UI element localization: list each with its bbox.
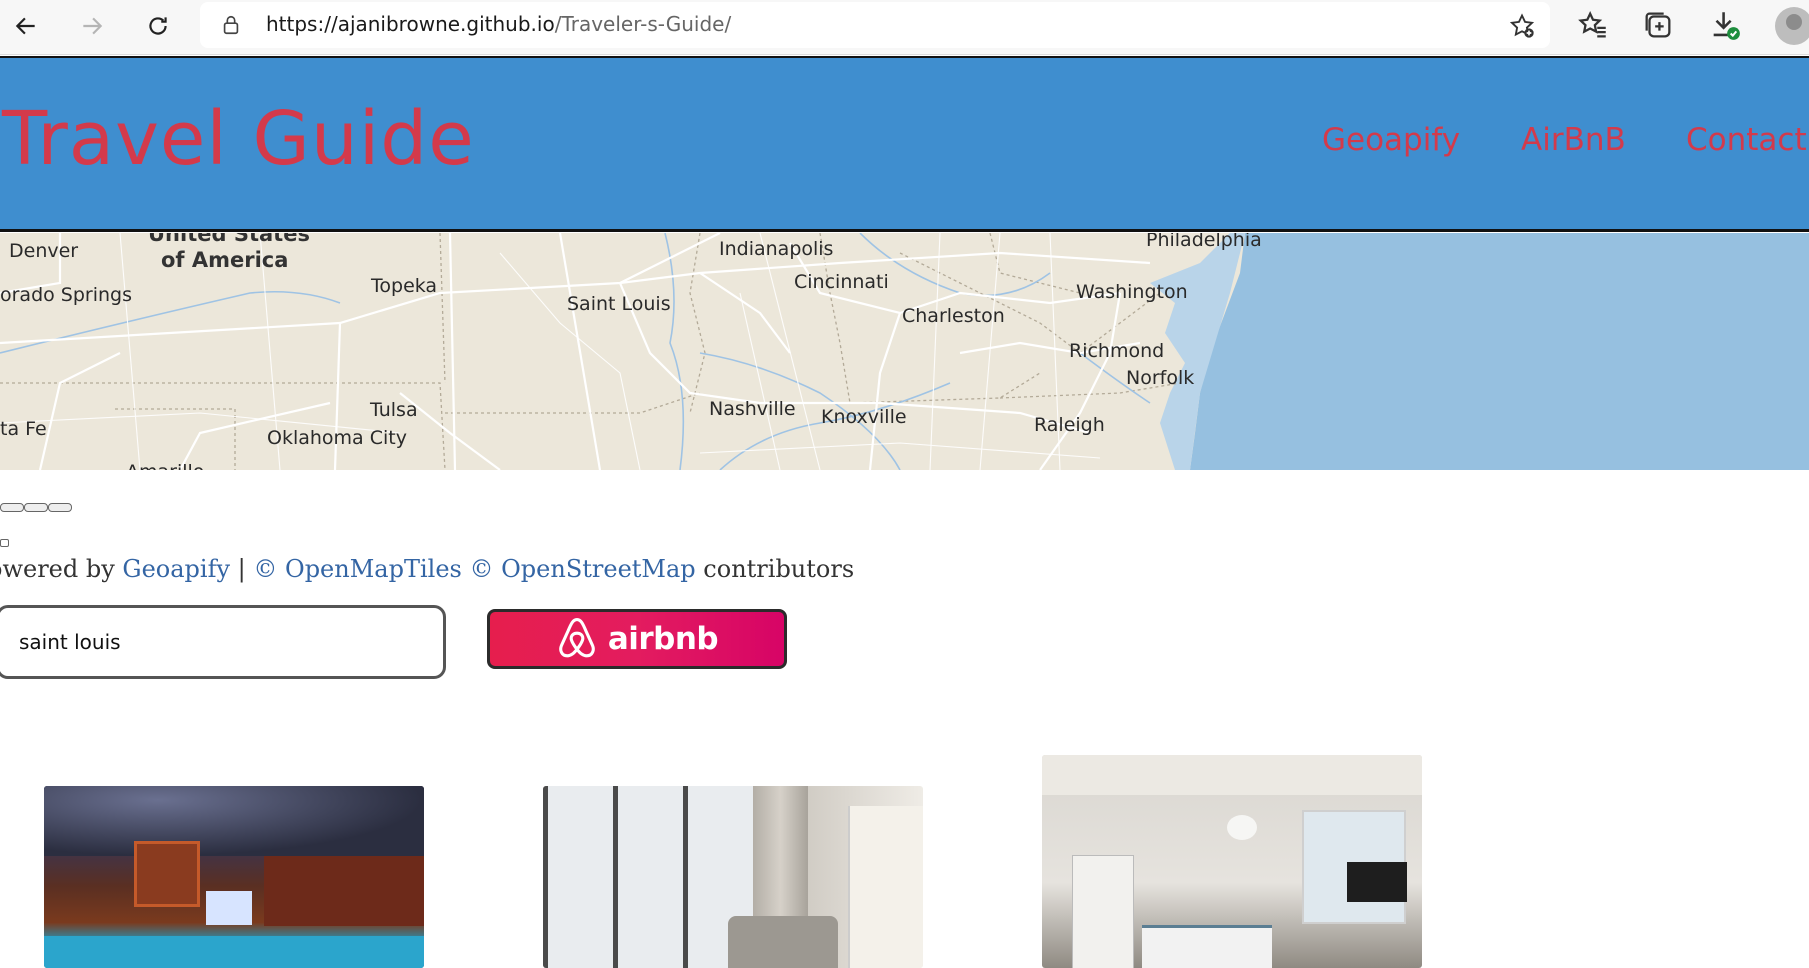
pool-water (44, 936, 424, 968)
favorites-icon[interactable] (1576, 8, 1610, 42)
map-attribution: owered by Geoapify | © OpenMapTiles © Op… (0, 555, 854, 583)
url-host: https://ajanibrowne.github.io (266, 12, 555, 36)
map-label-saint-louis: Saint Louis (567, 293, 671, 315)
pergola (264, 856, 424, 926)
night-sky (44, 786, 424, 856)
map-label-indianapolis: Indianapolis (719, 238, 834, 260)
listing-photo-pool-night[interactable] (44, 786, 424, 968)
openstreetmap-link[interactable]: © OpenStreetMap (469, 555, 695, 583)
collections-icon[interactable] (1641, 8, 1675, 42)
map-label-washington: Washington (1076, 281, 1188, 303)
map-label-santa-fe: ta Fe (0, 418, 47, 440)
zoom-out-button[interactable] (24, 503, 48, 512)
listing-photo-bedroom[interactable] (1042, 755, 1422, 968)
site-title: Travel Guide (2, 96, 475, 182)
city-search-input[interactable] (0, 605, 446, 679)
profile-icon[interactable] (1775, 7, 1809, 45)
refresh-icon[interactable] (138, 6, 178, 46)
airbnb-button-label: airbnb (607, 621, 719, 657)
outdoor-screen (206, 891, 252, 925)
site-header: Travel Guide Geoapify AirBnB Contact U (0, 56, 1809, 232)
listing-photo-apartment-living-room[interactable] (543, 786, 923, 968)
address-bar[interactable]: https://ajanibrowne.github.io/Traveler-s… (200, 2, 1550, 48)
zoom-in-button[interactable] (0, 503, 24, 512)
url-text[interactable]: https://ajanibrowne.github.io/Traveler-s… (266, 12, 731, 36)
map-label-amarillo: Amarillo (126, 461, 204, 470)
openmaptiles-link[interactable]: © OpenMapTiles (253, 555, 461, 583)
back-arrow-icon[interactable] (6, 6, 46, 46)
map-label-charleston: Charleston (902, 305, 1005, 327)
wardrobe (1072, 855, 1134, 968)
lock-icon[interactable] (220, 14, 242, 36)
map-label-philadelphia: Philadelphia (1146, 233, 1262, 251)
map-view[interactable]: Denver United States of America orado Sp… (0, 233, 1809, 470)
floor-windows (543, 786, 753, 968)
nav-link-contact[interactable]: Contact U (1686, 122, 1809, 158)
map-label-knoxville: Knoxville (821, 406, 907, 428)
ceiling-lamp (1227, 815, 1257, 840)
map-label-usa-line1: United States (148, 233, 310, 246)
airbnb-logo-icon (559, 618, 595, 658)
ocean (1190, 233, 1809, 470)
browser-toolbar: https://ajanibrowne.github.io/Traveler-s… (0, 0, 1809, 55)
map-label-cincinnati: Cincinnati (794, 271, 889, 293)
attribution-toggle-button[interactable] (0, 539, 9, 547)
add-favorite-icon[interactable] (1508, 12, 1536, 40)
ceiling (1042, 755, 1422, 795)
map-label-usa-line2: of America (161, 248, 289, 272)
map-label-nashville: Nashville (709, 398, 796, 420)
url-path: /Traveler-s-Guide/ (554, 12, 732, 36)
map-zoom-controls (0, 503, 72, 512)
sofa (728, 916, 838, 968)
nav-link-airbnb[interactable]: AirBnB (1521, 122, 1626, 158)
map-label-raleigh: Raleigh (1034, 414, 1105, 436)
map-label-topeka: Topeka (371, 275, 438, 297)
map-label-tulsa: Tulsa (370, 399, 418, 421)
lifeguard-chair (134, 841, 200, 907)
attribution-prefix: owered by (0, 555, 123, 583)
map-label-richmond: Richmond (1069, 340, 1165, 362)
kitchen-cabinets (848, 806, 923, 968)
bed (1142, 925, 1272, 968)
map-label-norfolk: Norfolk (1126, 367, 1195, 389)
attribution-suffix: contributors (695, 555, 855, 583)
airbnb-search-button[interactable]: airbnb (487, 609, 787, 669)
reset-bearing-button[interactable] (48, 503, 72, 512)
map-label-denver: Denver (9, 240, 79, 262)
downloads-icon[interactable] (1708, 8, 1742, 42)
attribution-separator: | (230, 555, 254, 583)
geoapify-link[interactable]: Geoapify (122, 555, 230, 583)
forward-arrow-icon[interactable] (72, 6, 112, 46)
television (1347, 862, 1407, 902)
nav-link-geoapify[interactable]: Geoapify (1322, 122, 1460, 158)
map-label-oklahoma-city: Oklahoma City (267, 427, 407, 449)
map-label-colorado-springs: orado Springs (0, 284, 133, 306)
